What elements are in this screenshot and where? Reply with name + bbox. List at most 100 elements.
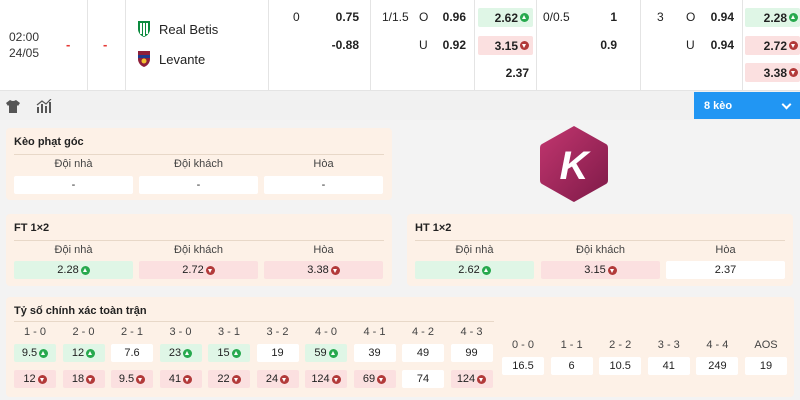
ht-handicap-away-cell[interactable]: 0.9 (539, 36, 637, 55)
odds-up-icon (328, 348, 338, 358)
ft-ou-line: 1/1.5 (382, 10, 409, 24)
corner-title: Kèo phạt góc (14, 136, 84, 148)
corner-draw-odds[interactable]: - (264, 176, 383, 194)
k-brand-logo: K (540, 126, 608, 202)
score-home-odds[interactable]: 19 (256, 344, 299, 362)
score-home-odds[interactable]: 39 (353, 344, 396, 362)
score-away-odds[interactable]: 9.5 (111, 370, 153, 388)
score-away-odds[interactable]: 124 (305, 370, 347, 388)
score-away-odds[interactable]: 74 (402, 370, 444, 388)
score-draw-odds[interactable]: 10.5 (599, 357, 642, 375)
score-home-odds[interactable]: 49 (402, 344, 444, 362)
ht-1x2-home-odds[interactable]: 2.62 (415, 261, 534, 279)
score-label: 3 - 3 (657, 339, 680, 351)
score-home-odds[interactable]: 59 (305, 344, 347, 362)
ht-1x2-draw-odds[interactable]: 2.37 (666, 261, 785, 279)
score-away-odds[interactable]: 12 (14, 370, 56, 388)
score-away-odds[interactable]: 124 (450, 370, 493, 388)
ht-1x2-away-cell[interactable]: 2.72 (745, 36, 800, 55)
score-home-odds[interactable]: 99 (450, 344, 493, 362)
score-label: 2 - 2 (609, 339, 632, 351)
ht-1x2-home: 2.28 (763, 10, 787, 25)
away-team[interactable]: Levante (136, 50, 205, 68)
home-team[interactable]: Real Betis (136, 20, 218, 38)
stats-chart-icon[interactable] (36, 99, 52, 113)
ft-1x2-title: FT 1×2 (14, 222, 50, 234)
ft-1x2-away-cell[interactable]: 3.15 (478, 36, 533, 55)
corner-kick-panel: Kèo phạt góc Đội nhà Đội khách Hòa - - - (6, 128, 392, 200)
ft-1x2-draw-cell[interactable]: 2.37 (478, 63, 533, 82)
corner-away-odds[interactable]: - (139, 176, 258, 194)
ft-handicap-away-cell[interactable]: -0.88 (271, 36, 367, 55)
jersey-icon[interactable] (6, 100, 20, 113)
score-label: 3 - 0 (169, 326, 192, 338)
ft-1x2-home-odds[interactable]: 2.28 (14, 261, 133, 279)
ht-over-label: O (686, 10, 696, 24)
levante-crest-icon (138, 51, 150, 67)
score-draw-odds[interactable]: 41 (647, 357, 690, 375)
correct-score-title: Tỷ số chính xác toàn trận (14, 305, 147, 317)
ht-under-cell[interactable]: U 0.94 (643, 36, 740, 55)
score-away-odds[interactable]: 22 (208, 370, 250, 388)
odds-up-icon (80, 265, 90, 275)
corner-header-away: Đội khách (174, 158, 223, 170)
ft-1x2-header-home: Đội nhà (54, 244, 93, 256)
ht-1x2-draw: 3.38 (763, 65, 787, 80)
ht-handicap-away: 0.9 (600, 38, 617, 52)
ht-1x2-away-odds[interactable]: 3.15 (541, 261, 660, 279)
score-home-odds[interactable]: 7.6 (111, 344, 153, 362)
score-away-odds[interactable]: 69 (353, 370, 396, 388)
score-away-odds[interactable]: 24 (256, 370, 299, 388)
ft-under-cell[interactable]: U 0.92 (373, 36, 472, 55)
corner-header-home: Đội nhà (54, 158, 93, 170)
score-draw-odds[interactable]: 16.5 (502, 357, 544, 375)
score-label: 4 - 1 (363, 326, 386, 338)
score-label: 1 - 1 (560, 339, 583, 351)
ft-over-cell[interactable]: 1/1.5 O 0.96 (373, 8, 472, 27)
score-away-odds[interactable]: 18 (62, 370, 105, 388)
ht-over-cell[interactable]: 3 O 0.94 (643, 8, 740, 27)
corner-header-draw: Hòa (313, 158, 334, 170)
score-draw-odds[interactable]: 19 (745, 357, 787, 375)
score-draw-odds[interactable]: 6 (550, 357, 593, 375)
ft-1x2-home: 2.62 (494, 10, 518, 25)
ft-over: 0.96 (442, 10, 466, 24)
odds-down-icon (477, 374, 487, 384)
odds-down-icon (231, 374, 241, 384)
ft-handicap-home: 0.75 (335, 10, 359, 24)
ft-1x2-header-draw: Hòa (313, 244, 334, 256)
ht-handicap-home: 1 (610, 10, 617, 24)
ft-1x2-draw-odds[interactable]: 3.38 (264, 261, 383, 279)
ht-1x2-panel: HT 1×2 Đội nhà Đội khách Hòa 2.62 3.15 2… (407, 214, 793, 286)
score-label: 4 - 2 (411, 326, 434, 338)
ft-1x2-home-cell[interactable]: 2.62 (478, 8, 533, 27)
score-home-odds[interactable]: 9.5 (14, 344, 56, 362)
odds-down-icon (86, 374, 96, 384)
away-team-name: Levante (159, 51, 206, 67)
odds-up-icon (789, 13, 798, 22)
corner-home-odds[interactable]: - (14, 176, 133, 194)
match-row: 02:00 24/05 - - Real Betis Levante 0 0.7… (0, 0, 800, 90)
score-draw-odds[interactable]: 249 (696, 357, 739, 375)
score-label: 2 - 1 (120, 326, 143, 338)
ht-1x2-home-cell[interactable]: 2.28 (745, 8, 800, 27)
ft-1x2-away-odds[interactable]: 2.72 (139, 261, 258, 279)
ft-1x2-away: 3.15 (494, 38, 518, 53)
logo-letter: K (560, 144, 592, 188)
ft-handicap-home-cell[interactable]: 0 0.75 (271, 8, 367, 27)
ht-1x2-draw-cell[interactable]: 3.38 (745, 63, 800, 82)
score-home-odds[interactable]: 12 (62, 344, 105, 362)
chevron-down-icon (781, 99, 792, 110)
score-label: 4 - 0 (314, 326, 337, 338)
score-home: - (66, 37, 71, 52)
odds-down-icon (520, 41, 529, 50)
score-home-odds[interactable]: 23 (159, 344, 202, 362)
score-label: 4 - 4 (706, 339, 729, 351)
score-away-odds[interactable]: 41 (159, 370, 202, 388)
real-betis-crest-icon (138, 21, 150, 37)
odds-down-icon (330, 265, 340, 275)
more-bets-button[interactable]: 8 kèo (694, 92, 800, 119)
correct-score-panel: Tỷ số chính xác toàn trận 1 - 0 9.5 12 2 - … (6, 297, 794, 397)
score-home-odds[interactable]: 15 (208, 344, 250, 362)
ht-handicap-home-cell[interactable]: 0/0.5 1 (539, 8, 637, 27)
